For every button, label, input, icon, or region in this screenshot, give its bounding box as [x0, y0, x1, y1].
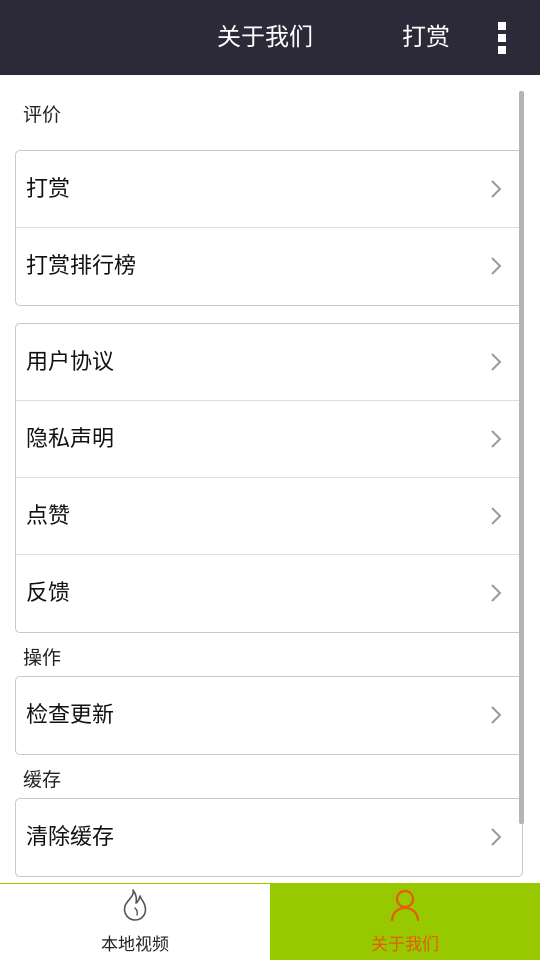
section-label-review: 评价 — [23, 104, 62, 126]
chevron-right-icon — [491, 706, 502, 724]
chevron-right-icon — [491, 507, 502, 525]
row-label: 点赞 — [26, 504, 71, 529]
bottom-nav: 本地视频 关于我们 — [0, 883, 540, 960]
row-clear-cache[interactable]: 清除缓存 — [16, 799, 522, 876]
row-label: 隐私声明 — [26, 427, 115, 452]
chevron-right-icon — [491, 257, 502, 275]
section-label-cache: 缓存 — [23, 769, 62, 791]
chevron-right-icon — [491, 584, 502, 602]
tab-label: 本地视频 — [101, 935, 169, 955]
app-header: 关于我们 打赏 — [0, 0, 540, 75]
more-vertical-icon[interactable] — [490, 20, 514, 56]
tab-about-us[interactable]: 关于我们 — [270, 884, 540, 960]
row-check-update[interactable]: 检查更新 — [16, 677, 522, 754]
flame-icon — [123, 889, 147, 921]
screen: 关于我们 打赏 评价 打赏 打赏排行榜 用户协议 隐私声明 点赞 反馈 操作 检… — [0, 0, 540, 960]
tab-label: 关于我们 — [371, 935, 439, 955]
row-privacy-statement[interactable]: 隐私声明 — [16, 401, 522, 478]
row-label: 打赏 — [26, 177, 71, 202]
group-ops: 检查更新 — [15, 676, 523, 755]
row-reward[interactable]: 打赏 — [16, 151, 522, 228]
row-like[interactable]: 点赞 — [16, 478, 522, 555]
tab-local-video[interactable]: 本地视频 — [0, 884, 270, 960]
user-icon — [390, 889, 420, 922]
settings-list: 评价 打赏 打赏排行榜 用户协议 隐私声明 点赞 反馈 操作 检查更新 缓存 清… — [0, 75, 540, 883]
chevron-right-icon — [491, 828, 502, 846]
row-user-agreement[interactable]: 用户协议 — [16, 324, 522, 401]
chevron-right-icon — [491, 353, 502, 371]
scrollbar[interactable] — [519, 91, 524, 824]
row-label: 打赏排行榜 — [26, 254, 137, 279]
chevron-right-icon — [491, 430, 502, 448]
group-cache: 清除缓存 — [15, 798, 523, 877]
group-review: 打赏 打赏排行榜 — [15, 150, 523, 306]
row-feedback[interactable]: 反馈 — [16, 555, 522, 632]
row-reward-ranking[interactable]: 打赏排行榜 — [16, 228, 522, 305]
row-label: 用户协议 — [26, 350, 115, 375]
section-label-ops: 操作 — [23, 647, 62, 669]
chevron-right-icon — [491, 180, 502, 198]
page-title: 关于我们 — [217, 23, 313, 51]
row-label: 检查更新 — [26, 703, 115, 728]
row-label: 清除缓存 — [26, 825, 115, 850]
group-info: 用户协议 隐私声明 点赞 反馈 — [15, 323, 523, 633]
reward-button[interactable]: 打赏 — [402, 0, 450, 75]
row-label: 反馈 — [26, 581, 71, 606]
